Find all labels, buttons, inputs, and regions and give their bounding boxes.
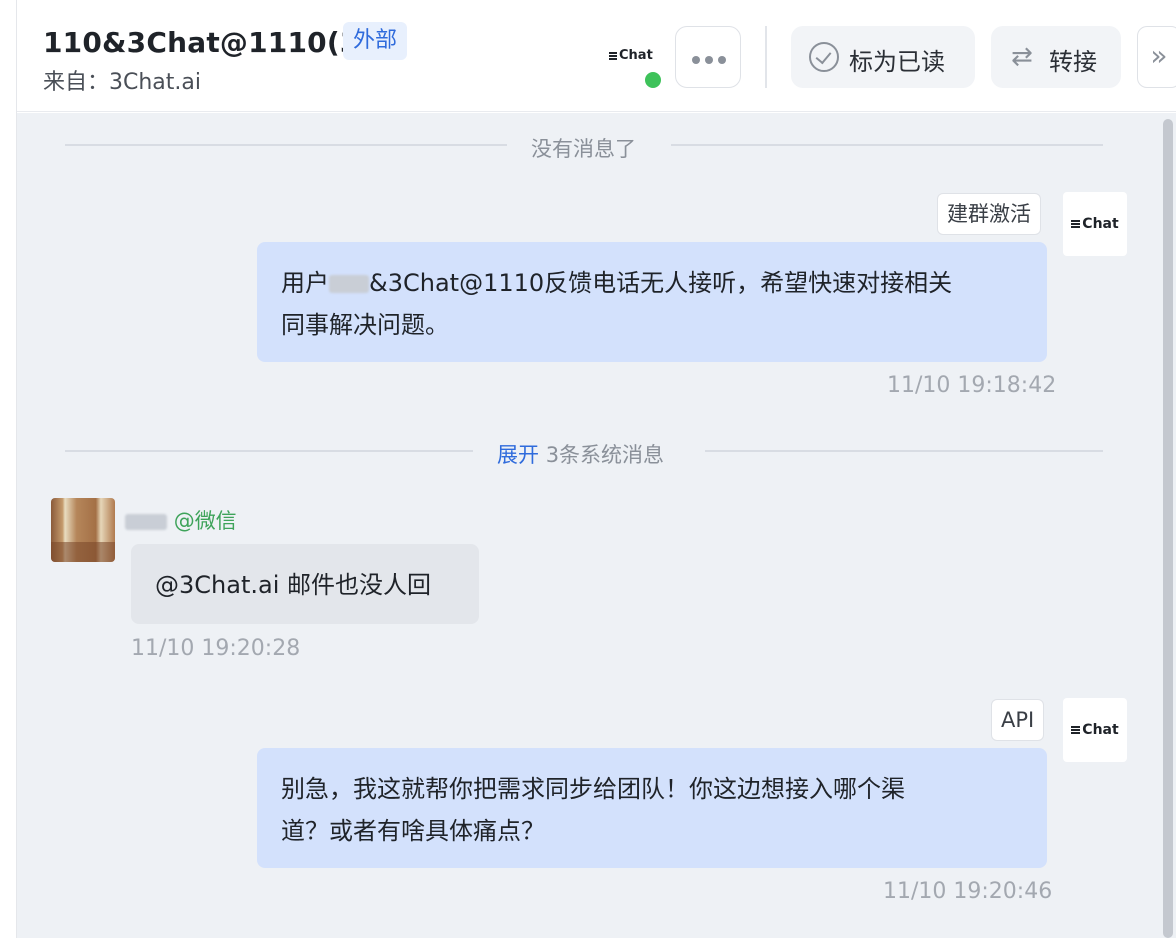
transfer-label: 转接: [1049, 48, 1097, 76]
message-source-chip: API: [991, 699, 1045, 741]
message-text-line: 同事解决问题。: [281, 311, 449, 339]
message-bubble[interactable]: 别急，我这就帮你把需求同步给团队！你这边想接入哪个渠 道？或者有啥具体痛点？: [257, 748, 1047, 868]
message-text-line: 道？或者有啥具体痛点？: [281, 817, 545, 845]
agent-avatar: Chat: [1063, 698, 1127, 762]
system-messages-toggle: 展开 3条系统消息: [497, 439, 664, 469]
message-timestamp: 11/10 19:18:42: [887, 373, 1057, 398]
message-text-line: 用户 &3Chat@1110反馈电话无人接听，希望快速对接相关: [281, 269, 953, 297]
double-chevron-right-icon: »: [1150, 39, 1168, 72]
brand-logo-icon: [1071, 725, 1081, 735]
conversation-title: 110&3Chat@1110(3): [43, 26, 373, 59]
header-divider: [765, 26, 767, 88]
conversation-panel: 110&3Chat@1110(3) 外部 来自：3Chat.ai Chat 标为…: [16, 0, 1176, 938]
user-avatar[interactable]: [51, 498, 115, 562]
separator-line: [705, 450, 1103, 452]
agent-avatar: Chat: [1063, 192, 1127, 256]
mark-read-label: 标为已读: [849, 48, 945, 76]
ellipsis-icon: [692, 56, 700, 64]
message-timestamp: 11/10 19:20:28: [131, 636, 301, 661]
brand-logo-icon: [609, 51, 617, 61]
message-bubble[interactable]: @3Chat.ai 邮件也没人回: [131, 544, 479, 624]
message-bubble[interactable]: 用户 &3Chat@1110反馈电话无人接听，希望快速对接相关 同事解决问题。: [257, 242, 1047, 362]
sender-channel: @微信: [173, 509, 237, 533]
brand-logo-text: Chat: [619, 48, 653, 63]
transfer-button[interactable]: ⇄ 转接: [991, 26, 1121, 88]
separator-line: [65, 450, 473, 452]
conversation-source: 来自：3Chat.ai: [43, 70, 201, 95]
no-more-messages: 没有消息了: [531, 137, 636, 161]
message-source-chip: 建群激活: [937, 193, 1041, 235]
check-circle-icon: [809, 42, 839, 72]
expand-link[interactable]: 展开: [497, 443, 539, 467]
conversation-header: 110&3Chat@1110(3) 外部 来自：3Chat.ai Chat 标为…: [17, 0, 1176, 112]
system-messages-count: 3条系统消息: [545, 443, 665, 467]
online-status-dot: [643, 70, 663, 90]
more-button[interactable]: [675, 26, 741, 88]
separator-line: [671, 144, 1103, 146]
external-tag: 外部: [343, 22, 408, 60]
message-text-line: @3Chat.ai 邮件也没人回: [155, 571, 431, 599]
redacted-name: [329, 275, 369, 293]
brand-logo-icon: [1071, 219, 1081, 229]
message-text-line: 别急，我这就帮你把需求同步给团队！你这边想接入哪个渠: [281, 775, 905, 803]
collapse-panel-button[interactable]: »: [1137, 26, 1176, 88]
separator-line: [65, 144, 507, 146]
message-list[interactable]: 没有消息了 建群激活 Chat 用户 &3Chat@1110反馈电话无人接听，希望…: [17, 113, 1176, 938]
redacted-name: [125, 514, 167, 530]
scrollbar[interactable]: [1163, 119, 1173, 938]
sender-name: @微信: [125, 505, 237, 535]
message-timestamp: 11/10 19:20:46: [883, 879, 1053, 904]
mark-read-button[interactable]: 标为已读: [791, 26, 975, 88]
swap-arrows-icon: ⇄: [1011, 42, 1033, 72]
brand-logo: Chat: [609, 48, 653, 63]
